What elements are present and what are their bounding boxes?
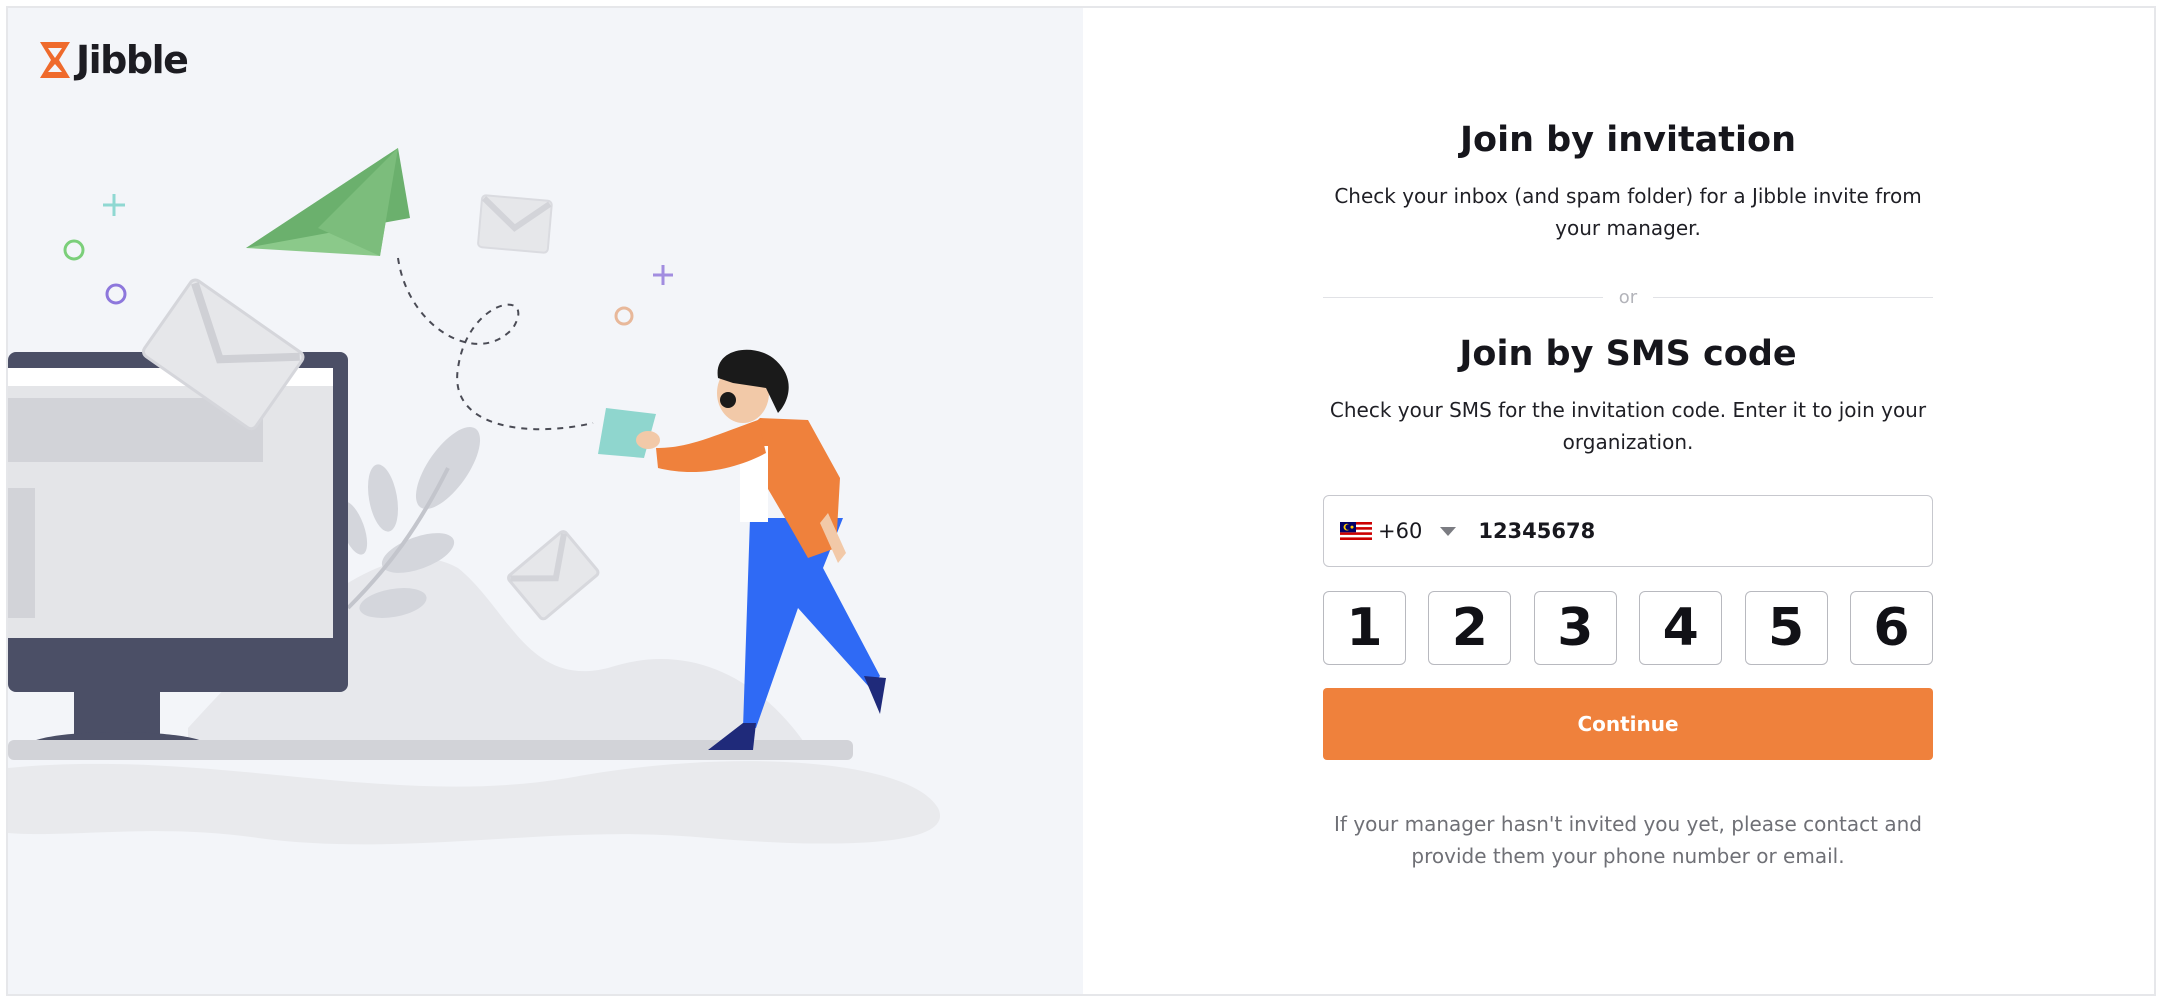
illustration-panel: Jibble — [8, 8, 1083, 994]
hourglass-logo-icon — [40, 42, 70, 78]
divider-or-text: or — [1618, 286, 1638, 308]
sms-description: Check your SMS for the invitation code. … — [1329, 398, 1927, 454]
brand-name: Jibble — [76, 38, 189, 82]
manager-contact-note: If your manager hasn't invited you yet, … — [1334, 812, 1922, 868]
phone-number-input[interactable] — [1478, 519, 1879, 543]
country-code[interactable]: +60 — [1378, 519, 1422, 543]
divider-line-right — [1653, 296, 1934, 298]
code-digit-6[interactable]: 6 — [1849, 591, 1933, 665]
invitation-illustration — [8, 148, 941, 845]
brand-logo[interactable]: Jibble — [38, 38, 189, 82]
phone-number-field[interactable]: +60 — [1323, 495, 1933, 567]
invitation-title: Join by invitation — [1460, 120, 1796, 160]
sms-title: Join by SMS code — [1459, 334, 1797, 374]
divider-line-left — [1323, 296, 1603, 298]
code-digit-2[interactable]: 2 — [1428, 591, 1512, 665]
malaysia-flag-icon[interactable] — [1340, 522, 1372, 540]
join-panel: Join by invitation Check your inbox (and… — [1083, 8, 2154, 994]
code-digit-1[interactable]: 1 — [1323, 591, 1406, 665]
code-digit-5[interactable]: 5 — [1744, 591, 1828, 665]
country-dropdown-caret-icon[interactable] — [1440, 526, 1457, 536]
code-digit-3[interactable]: 3 — [1533, 591, 1617, 665]
continue-button[interactable]: Continue — [1323, 688, 1933, 760]
invitation-description: Check your inbox (and spam folder) for a… — [1334, 184, 1922, 240]
sms-code-inputs: 1 2 3 4 5 6 — [1323, 591, 1933, 665]
page-frame: Jibble Join by invitation Check your inb… — [6, 6, 2156, 996]
or-divider: or — [1323, 286, 1934, 308]
code-digit-4[interactable]: 4 — [1639, 591, 1723, 665]
